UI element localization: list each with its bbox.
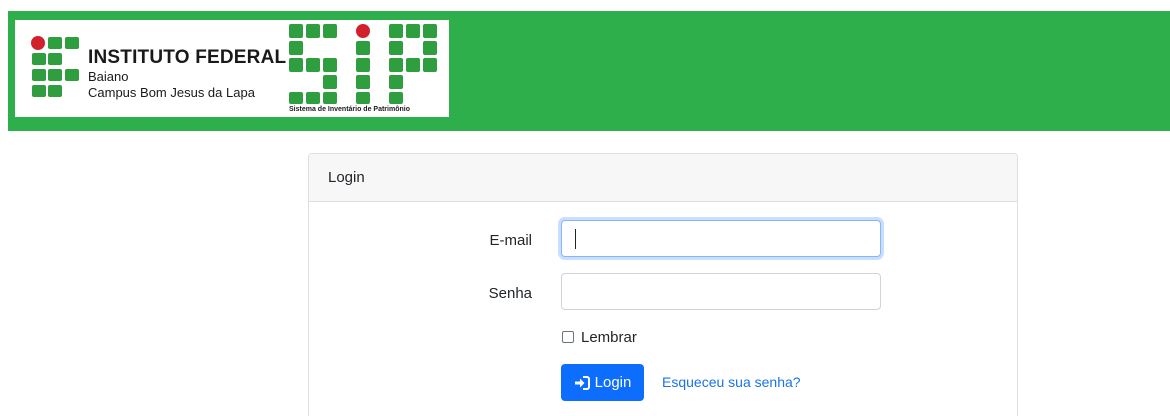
institution-subtitle: Baiano <box>88 69 129 84</box>
text-caret <box>575 229 576 249</box>
sip-caption: Sistema de Inventário de Patrimônio <box>289 106 410 113</box>
password-field[interactable] <box>561 273 881 310</box>
card-header: Login <box>309 154 1017 202</box>
password-label: Senha <box>488 285 532 302</box>
remember-checkbox[interactable] <box>562 331 574 343</box>
email-field[interactable] <box>561 220 881 257</box>
sign-in-icon <box>574 375 590 390</box>
login-button[interactable]: Login <box>561 364 644 401</box>
institution-campus: Campus Bom Jesus da Lapa <box>88 85 255 100</box>
sip-logo <box>289 24 439 104</box>
institution-name: INSTITUTO FEDERAL <box>88 47 287 68</box>
remember-label[interactable]: Lembrar <box>581 329 637 346</box>
login-button-label: Login <box>594 374 632 391</box>
card-title: Login <box>328 169 365 186</box>
email-label: E-mail <box>489 232 532 249</box>
forgot-password-link[interactable]: Esqueceu sua senha? <box>662 374 801 390</box>
